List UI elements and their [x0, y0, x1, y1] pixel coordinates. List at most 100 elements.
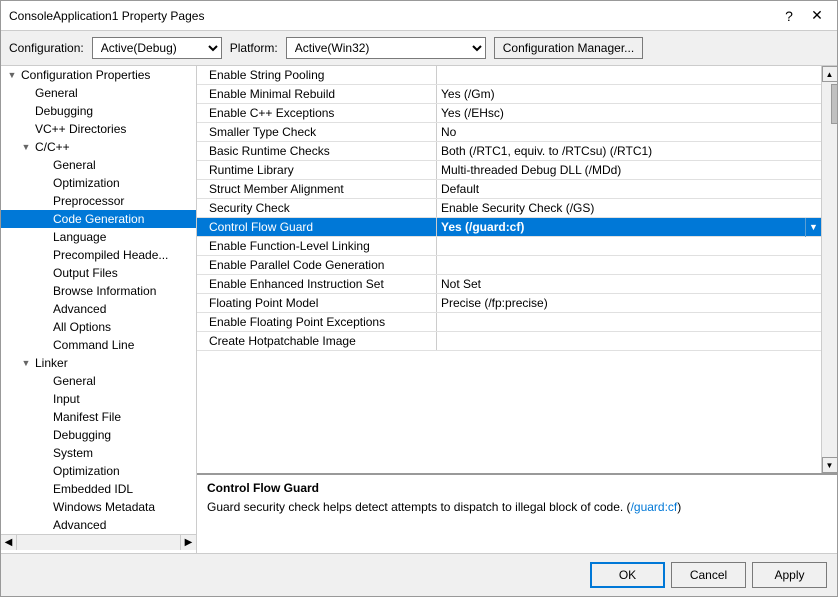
sidebar-item-language[interactable]: Language: [1, 228, 196, 246]
sidebar-label-system: System: [51, 446, 93, 460]
config-select[interactable]: Active(Debug): [92, 37, 222, 59]
expander-icon-manifest-file: [37, 410, 51, 424]
prop-row-parallel-code-gen[interactable]: Enable Parallel Code Generation: [197, 256, 821, 275]
sidebar-item-optimization[interactable]: Optimization: [1, 174, 196, 192]
prop-name-floating-point-exceptions: Enable Floating Point Exceptions: [197, 313, 437, 331]
sidebar-label-manifest-file: Manifest File: [51, 410, 121, 424]
right-scrollbar[interactable]: ▲ ▼: [821, 66, 837, 473]
scroll-up-btn[interactable]: ▲: [822, 66, 838, 82]
expander-icon-debugging: [19, 104, 33, 118]
expander-icon-system: [37, 446, 51, 460]
sidebar-item-command-line[interactable]: Command Line: [1, 336, 196, 354]
prop-value-enhanced-instruction-set: Not Set: [437, 275, 821, 293]
sidebar-item-advanced[interactable]: Advanced: [1, 300, 196, 318]
scroll-down-btn[interactable]: ▼: [822, 457, 838, 473]
prop-name-parallel-code-gen: Enable Parallel Code Generation: [197, 256, 437, 274]
sidebar-item-code-generation[interactable]: Code Generation: [1, 210, 196, 228]
sidebar-item-general-3[interactable]: General: [1, 372, 196, 390]
sidebar-item-embedded-idl[interactable]: Embedded IDL: [1, 480, 196, 498]
sidebar-label-general-3: General: [51, 374, 96, 388]
sidebar-item-precompiled-headers[interactable]: Precompiled Heade...: [1, 246, 196, 264]
prop-row-floating-point-exceptions[interactable]: Enable Floating Point Exceptions: [197, 313, 821, 332]
grid-with-scroll: Enable String PoolingEnable Minimal Rebu…: [197, 66, 837, 473]
prop-name-basic-runtime-checks: Basic Runtime Checks: [197, 142, 437, 160]
prop-name-control-flow-guard: Control Flow Guard: [197, 218, 437, 236]
prop-value-parallel-code-gen: [437, 256, 821, 274]
prop-name-runtime-library: Runtime Library: [197, 161, 437, 179]
prop-row-enable-string-pooling[interactable]: Enable String Pooling: [197, 66, 821, 85]
sidebar-item-advanced-2[interactable]: Advanced: [1, 516, 196, 534]
platform-select[interactable]: Active(Win32): [286, 37, 486, 59]
sidebar-item-config-properties[interactable]: ▼Configuration Properties: [1, 66, 196, 84]
sidebar-scroll-track: [17, 535, 180, 550]
expander-icon-command-line: [37, 338, 51, 352]
prop-name-smaller-type-check: Smaller Type Check: [197, 123, 437, 141]
config-manager-button[interactable]: Configuration Manager...: [494, 37, 643, 59]
sidebar-item-optimization-2[interactable]: Optimization: [1, 462, 196, 480]
prop-row-control-flow-guard[interactable]: Control Flow GuardYes (/guard:cf)▼: [197, 218, 821, 237]
expander-icon-input: [37, 392, 51, 406]
prop-value-floating-point-exceptions: [437, 313, 821, 331]
sidebar-item-linker[interactable]: ▼Linker: [1, 354, 196, 372]
sidebar: ▼Configuration PropertiesGeneralDebuggin…: [1, 66, 197, 553]
sidebar-label-vc-directories: VC++ Directories: [33, 122, 126, 136]
sidebar-label-advanced-2: Advanced: [51, 518, 106, 532]
sidebar-label-output-files: Output Files: [51, 266, 118, 280]
window-title: ConsoleApplication1 Property Pages: [9, 9, 204, 23]
description-text: Guard security check helps detect attemp…: [207, 499, 827, 516]
sidebar-item-cpp[interactable]: ▼C/C++: [1, 138, 196, 156]
prop-row-runtime-library[interactable]: Runtime LibraryMulti-threaded Debug DLL …: [197, 161, 821, 180]
prop-row-enable-minimal-rebuild[interactable]: Enable Minimal RebuildYes (/Gm): [197, 85, 821, 104]
prop-value-struct-member-alignment: Default: [437, 180, 821, 198]
sidebar-item-debugging-2[interactable]: Debugging: [1, 426, 196, 444]
prop-row-function-level-linking[interactable]: Enable Function-Level Linking: [197, 237, 821, 256]
right-panel: Enable String PoolingEnable Minimal Rebu…: [197, 66, 837, 553]
apply-button[interactable]: Apply: [752, 562, 827, 588]
expander-icon-windows-metadata: [37, 500, 51, 514]
sidebar-item-system[interactable]: System: [1, 444, 196, 462]
dropdown-arrow-icon[interactable]: ▼: [805, 218, 821, 237]
prop-row-struct-member-alignment[interactable]: Struct Member AlignmentDefault: [197, 180, 821, 199]
prop-name-floating-point-model: Floating Point Model: [197, 294, 437, 312]
description-link[interactable]: /guard:cf: [631, 500, 678, 514]
cancel-button[interactable]: Cancel: [671, 562, 746, 588]
sidebar-item-all-options[interactable]: All Options: [1, 318, 196, 336]
property-grid: Enable String PoolingEnable Minimal Rebu…: [197, 66, 821, 473]
prop-row-basic-runtime-checks[interactable]: Basic Runtime ChecksBoth (/RTC1, equiv. …: [197, 142, 821, 161]
prop-row-enable-cpp-exceptions[interactable]: Enable C++ ExceptionsYes (/EHsc): [197, 104, 821, 123]
help-button[interactable]: ?: [777, 6, 801, 26]
prop-value-control-flow-guard: Yes (/guard:cf): [437, 218, 805, 236]
prop-row-floating-point-model[interactable]: Floating Point ModelPrecise (/fp:precise…: [197, 294, 821, 313]
sidebar-label-browse-information: Browse Information: [51, 284, 156, 298]
titlebar-controls: ? ✕: [777, 6, 829, 26]
ok-button[interactable]: OK: [590, 562, 665, 588]
prop-row-hotpatchable-image[interactable]: Create Hotpatchable Image: [197, 332, 821, 351]
sidebar-item-manifest-file[interactable]: Manifest File: [1, 408, 196, 426]
sidebar-label-input: Input: [51, 392, 80, 406]
sidebar-label-precompiled-headers: Precompiled Heade...: [51, 248, 168, 262]
prop-row-security-check[interactable]: Security CheckEnable Security Check (/GS…: [197, 199, 821, 218]
prop-name-enhanced-instruction-set: Enable Enhanced Instruction Set: [197, 275, 437, 293]
sidebar-scroll-left[interactable]: ◀: [1, 535, 17, 550]
sidebar-item-general-2[interactable]: General: [1, 156, 196, 174]
prop-row-smaller-type-check[interactable]: Smaller Type CheckNo: [197, 123, 821, 142]
close-button[interactable]: ✕: [805, 6, 829, 26]
scroll-thumb[interactable]: [831, 84, 838, 124]
sidebar-item-browse-information[interactable]: Browse Information: [1, 282, 196, 300]
sidebar-label-advanced: Advanced: [51, 302, 106, 316]
expander-icon-general-2: [37, 158, 51, 172]
sidebar-item-windows-metadata[interactable]: Windows Metadata: [1, 498, 196, 516]
sidebar-item-general-1[interactable]: General: [1, 84, 196, 102]
prop-row-enhanced-instruction-set[interactable]: Enable Enhanced Instruction SetNot Set: [197, 275, 821, 294]
prop-name-struct-member-alignment: Struct Member Alignment: [197, 180, 437, 198]
sidebar-item-output-files[interactable]: Output Files: [1, 264, 196, 282]
sidebar-item-debugging[interactable]: Debugging: [1, 102, 196, 120]
expander-icon-advanced: [37, 302, 51, 316]
sidebar-item-vc-directories[interactable]: VC++ Directories: [1, 120, 196, 138]
sidebar-tree: ▼Configuration PropertiesGeneralDebuggin…: [1, 66, 196, 534]
sidebar-item-input[interactable]: Input: [1, 390, 196, 408]
sidebar-scroll-right[interactable]: ▶: [180, 535, 196, 550]
sidebar-item-preprocessor[interactable]: Preprocessor: [1, 192, 196, 210]
prop-name-enable-cpp-exceptions: Enable C++ Exceptions: [197, 104, 437, 122]
prop-value-runtime-library: Multi-threaded Debug DLL (/MDd): [437, 161, 821, 179]
